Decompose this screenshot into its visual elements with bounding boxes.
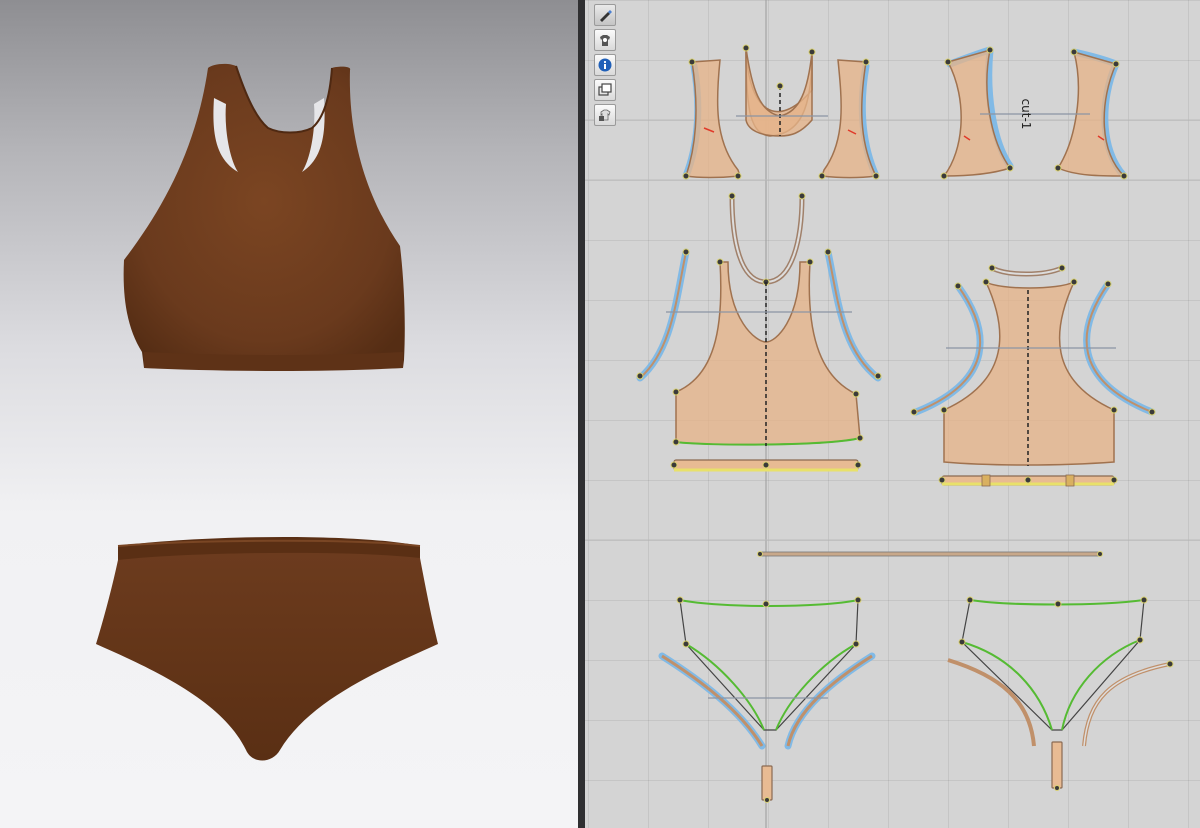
piece-brief-front[interactable] <box>658 596 876 750</box>
piece-armhole-strip-right[interactable] <box>824 248 882 382</box>
piece-underband-front[interactable] <box>670 459 862 472</box>
info-button[interactable] <box>594 54 616 76</box>
piece-brief-back[interactable] <box>947 596 1174 747</box>
pen-tool-button[interactable] <box>594 4 616 26</box>
piece-gusset[interactable] <box>761 765 773 803</box>
lock-shirt-icon <box>599 109 611 121</box>
eye-shirt-icon <box>600 35 610 46</box>
layers-button[interactable] <box>594 79 616 101</box>
piece-neck-binding-back[interactable] <box>988 264 1066 277</box>
info-icon <box>598 58 612 72</box>
piece-waistband[interactable] <box>757 551 1103 557</box>
piece-neck-binding-front[interactable] <box>728 192 806 286</box>
layers-icon <box>598 83 612 96</box>
lock-garment-button[interactable] <box>594 104 616 126</box>
show-garment-button[interactable] <box>594 29 616 51</box>
pen-tool-icon <box>600 10 612 22</box>
piece-armhole-binding-left[interactable] <box>682 58 742 180</box>
piece-armhole-binding-right[interactable] <box>818 58 880 180</box>
piece-front-neck[interactable] <box>742 44 816 137</box>
piece-gusset-back[interactable] <box>1051 741 1063 791</box>
piece-underband-back[interactable] <box>938 474 1118 487</box>
piece-back-binding-left[interactable] <box>940 46 1014 180</box>
piece-armhole-strip-left[interactable] <box>636 248 690 382</box>
pattern-toolbar <box>593 2 619 129</box>
cut-label: cut-1 <box>1019 99 1033 130</box>
